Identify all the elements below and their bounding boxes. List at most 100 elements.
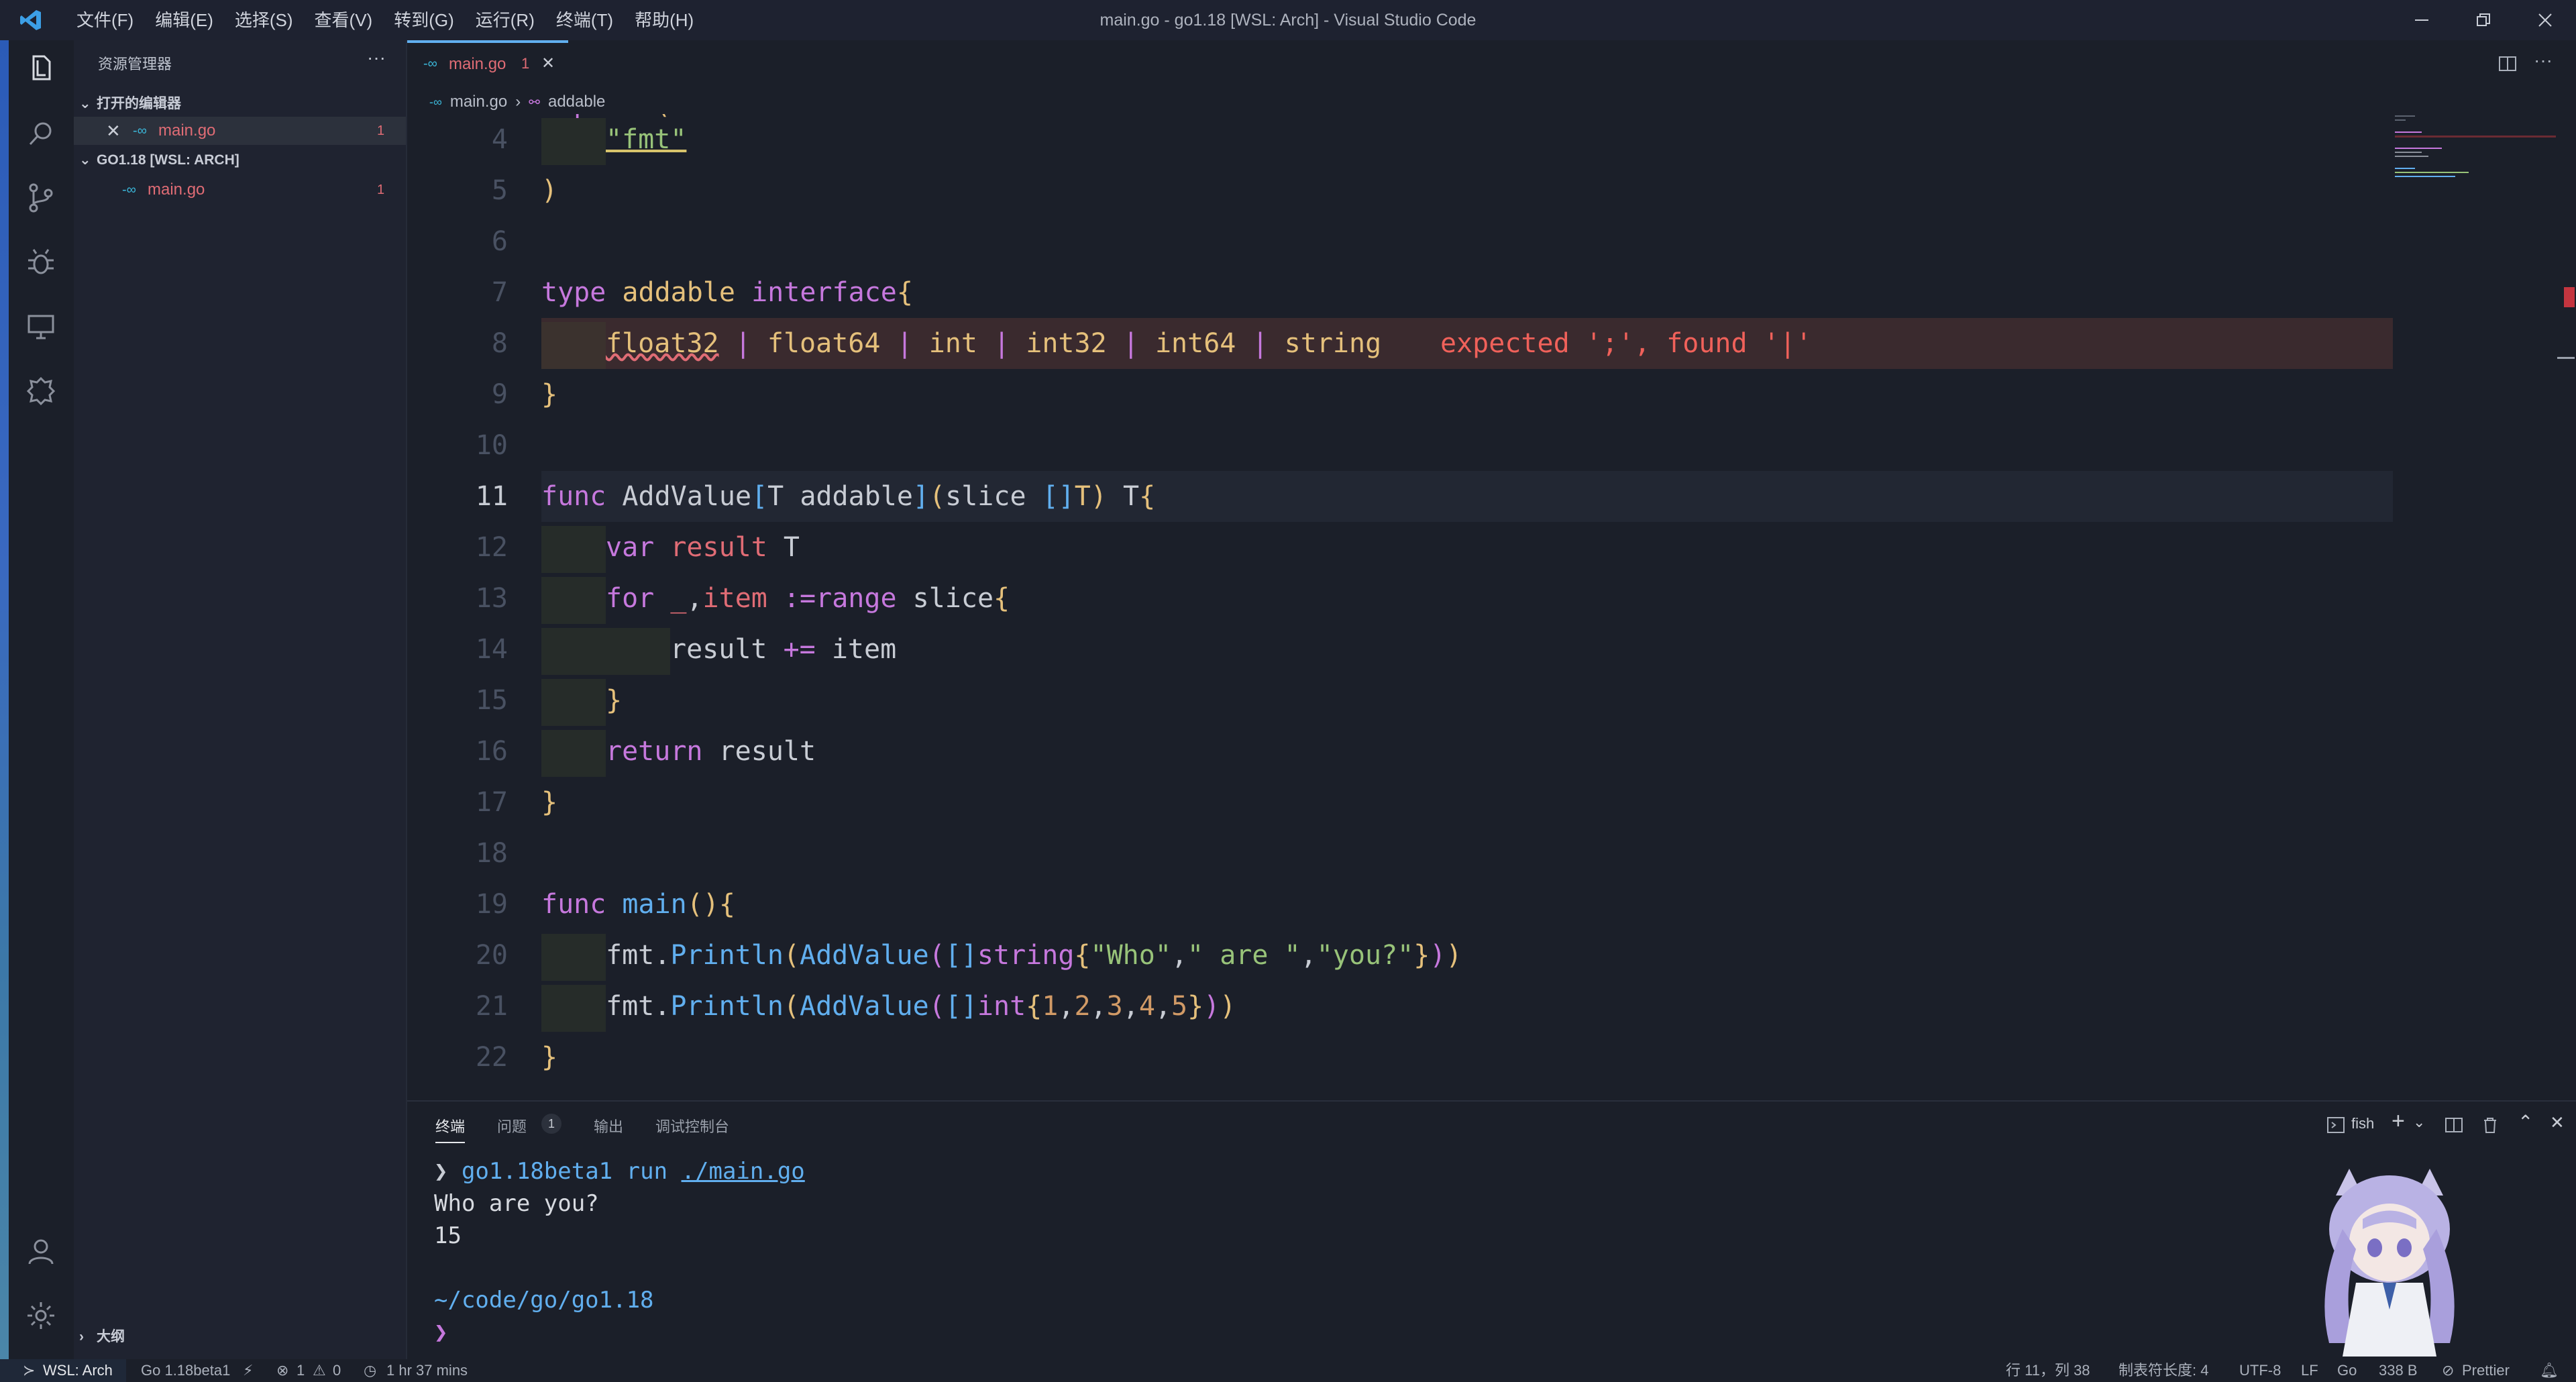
language-mode[interactable]: Go xyxy=(2337,1359,2357,1382)
workspace-section[interactable]: ⌄ GO1.18 [WSL: ARCH] xyxy=(79,152,239,168)
code-line: 13 for _,item :=range slice{ xyxy=(407,573,2393,624)
menu-bar: 文件(F) 编辑(E) 选择(S) 查看(V) 转到(G) 运行(R) 终端(T… xyxy=(66,0,704,40)
explorer-icon[interactable] xyxy=(24,51,58,85)
error-marker xyxy=(2564,287,2575,307)
warning-count[interactable]: 0 xyxy=(333,1359,341,1382)
inline-error-message: expected ';', found '|' xyxy=(1440,328,1812,359)
line-number: 6 xyxy=(491,226,508,257)
breadcrumb-file[interactable]: main.go xyxy=(450,93,507,111)
split-editor-icon[interactable] xyxy=(2498,54,2518,74)
minimize-button[interactable] xyxy=(2391,0,2453,40)
settings-gear-icon[interactable] xyxy=(24,1299,58,1332)
debug-icon[interactable] xyxy=(24,246,58,279)
activity-bar xyxy=(0,40,74,1359)
formatter[interactable]: Prettier xyxy=(2462,1359,2510,1382)
minimap[interactable] xyxy=(2395,114,2556,195)
restore-button[interactable] xyxy=(2453,0,2514,40)
restore-icon xyxy=(2477,13,2490,26)
terminal-icon xyxy=(2327,1117,2345,1133)
vscode-logo-icon xyxy=(20,10,41,30)
line-number: 4 xyxy=(491,124,508,155)
editor-scrollbar[interactable] xyxy=(2557,114,2576,1100)
code-line: 4 "fmt" xyxy=(407,114,2393,165)
file-encoding[interactable]: UTF-8 xyxy=(2239,1359,2281,1382)
bottom-panel: 终端 问题 1 输出 调试控制台 fish + ⌄ ⌃ ✕ ❯ go1.18be… xyxy=(407,1100,2576,1361)
line-number: 7 xyxy=(491,277,508,308)
breadcrumb-symbol[interactable]: addable xyxy=(548,93,605,111)
terminal-shell-name[interactable]: fish xyxy=(2351,1115,2374,1132)
symbol-icon: ⚯ xyxy=(529,95,540,110)
remote-explorer-icon[interactable] xyxy=(24,310,58,343)
search-icon[interactable] xyxy=(24,117,58,150)
code-line: 19 func main(){ xyxy=(407,879,2393,930)
title-bar: 文件(F) 编辑(E) 选择(S) 查看(V) 转到(G) 运行(R) 终端(T… xyxy=(0,0,2576,40)
menu-help[interactable]: 帮助(H) xyxy=(624,0,704,40)
line-number: 21 xyxy=(475,991,508,1022)
menu-edit[interactable]: 编辑(E) xyxy=(144,0,224,40)
tab-output[interactable]: 输出 xyxy=(594,1115,623,1136)
error-icon[interactable]: ⊗ xyxy=(276,1359,288,1382)
workspace-file-main-go[interactable]: -∞ main.go 1 xyxy=(74,176,406,204)
menu-terminal[interactable]: 终端(T) xyxy=(545,0,624,40)
tab-main-go[interactable]: -∞ main.go 1 ✕ xyxy=(407,40,568,89)
go-file-icon: -∞ xyxy=(429,95,442,109)
tab-problems[interactable]: 问题 xyxy=(497,1115,527,1136)
warning-icon[interactable]: ⚠ xyxy=(313,1359,326,1382)
new-terminal-icon[interactable]: + xyxy=(2392,1108,2405,1134)
menu-view[interactable]: 查看(V) xyxy=(304,0,384,40)
editor-tab-bar: -∞ main.go 1 ✕ ··· xyxy=(407,40,2576,89)
line-number: 9 xyxy=(491,379,508,410)
tab-terminal[interactable]: 终端 xyxy=(435,1115,466,1143)
string-literal: "fmt" xyxy=(606,124,687,155)
go-version[interactable]: Go 1.18beta1 xyxy=(141,1359,230,1382)
line-number: 18 xyxy=(475,838,508,869)
code-line: 17 } xyxy=(407,777,2393,828)
problems-count-badge: 1 xyxy=(541,1114,561,1134)
menu-file[interactable]: 文件(F) xyxy=(66,0,144,40)
menu-go[interactable]: 转到(G) xyxy=(383,0,465,40)
code-line: 20 fmt.Println(AddValue([]string{"Who","… xyxy=(407,930,2393,981)
split-terminal-icon[interactable] xyxy=(2444,1115,2464,1135)
code-line: 14 result += item xyxy=(407,624,2393,675)
more-actions-icon[interactable]: ··· xyxy=(367,47,386,68)
close-tab-icon[interactable]: ✕ xyxy=(541,54,555,73)
line-number: 10 xyxy=(475,430,508,461)
open-editor-item-main-go[interactable]: ✕ -∞ main.go 1 xyxy=(74,117,406,145)
close-window-button[interactable] xyxy=(2514,0,2576,40)
outline-section[interactable]: › 大纲 xyxy=(79,1326,125,1346)
account-icon[interactable] xyxy=(24,1234,58,1268)
line-number: 12 xyxy=(475,532,508,563)
menu-selection[interactable]: 选择(S) xyxy=(224,0,304,40)
terminal-cwd: ~/code/go/go1.18 xyxy=(434,1287,654,1314)
source-control-icon[interactable] xyxy=(24,181,58,215)
remote-indicator[interactable]: ≻ WSL: Arch xyxy=(0,1359,126,1382)
go-file-icon: -∞ xyxy=(133,123,147,138)
close-panel-icon[interactable]: ✕ xyxy=(2550,1112,2565,1133)
code-editor[interactable]: import ( 4 "fmt" 5 ) 6 7 type addable in… xyxy=(407,114,2393,1100)
notifications-bell-icon[interactable]: 🔔︎ xyxy=(2540,1359,2559,1382)
cursor-position[interactable]: 行 11，列 38 xyxy=(2006,1359,2090,1382)
problem-count-badge: 1 xyxy=(377,182,385,197)
error-count[interactable]: 1 xyxy=(297,1359,305,1382)
close-icon xyxy=(2538,13,2552,27)
open-editors-section[interactable]: ⌄ 打开的编辑器 xyxy=(79,93,181,113)
line-number: 17 xyxy=(475,787,508,818)
tab-debug-console[interactable]: 调试控制台 xyxy=(655,1115,729,1136)
menu-run[interactable]: 运行(R) xyxy=(465,0,545,40)
go-file-icon: -∞ xyxy=(423,56,437,71)
chevron-down-icon[interactable]: ⌄ xyxy=(2413,1114,2425,1131)
file-size[interactable]: 338 B xyxy=(2379,1359,2418,1382)
extensions-icon[interactable] xyxy=(24,374,58,408)
remote-icon: ≻ xyxy=(23,1362,36,1379)
session-time[interactable]: 1 hr 37 mins xyxy=(386,1359,468,1382)
cursor-marker xyxy=(2557,357,2575,359)
terminal-prompt: ❯ xyxy=(434,1319,448,1346)
maximize-panel-icon[interactable]: ⌃ xyxy=(2518,1111,2533,1133)
trash-icon[interactable] xyxy=(2480,1115,2500,1135)
sidebar-title: 资源管理器 xyxy=(98,56,172,72)
line-number: 20 xyxy=(475,940,508,971)
end-of-line[interactable]: LF xyxy=(2301,1359,2318,1382)
close-editor-icon[interactable]: ✕ xyxy=(106,117,121,145)
tab-size[interactable]: 制表符长度: 4 xyxy=(2118,1359,2208,1382)
editor-more-actions-icon[interactable]: ··· xyxy=(2534,50,2553,71)
